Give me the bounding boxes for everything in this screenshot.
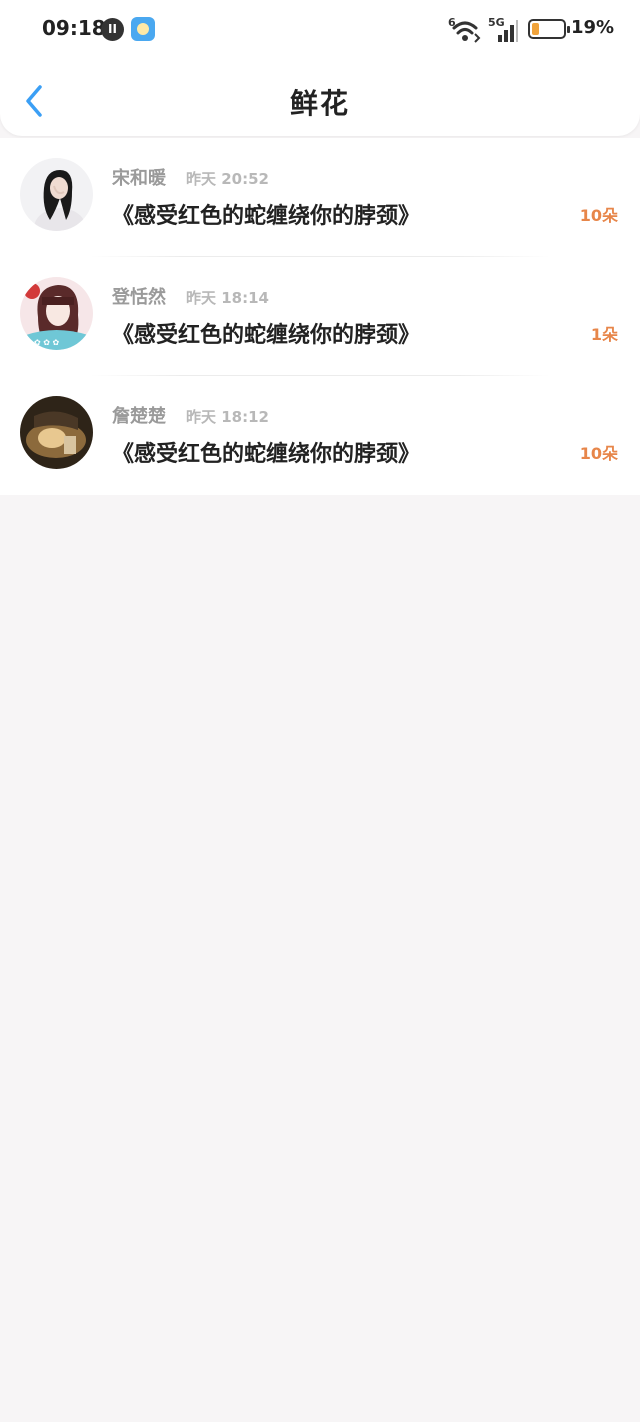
user-name: 詹楚楚 (112, 406, 166, 427)
item-time: 昨天 18:12 (186, 408, 269, 426)
app-icon (131, 17, 155, 41)
battery-percent: 19% (571, 17, 615, 38)
flower-count: 10朵 (579, 444, 618, 463)
list-item[interactable]: ✿ ✿ ✿ 登恬然 昨天 18:14 《感受红色的蛇缠绕你的脖颈》 1朵 (0, 257, 640, 376)
user-name: 宋和暖 (112, 168, 166, 189)
work-title: 《感受红色的蛇缠绕你的脖颈》 (112, 323, 421, 348)
wifi-icon: 6 (448, 16, 481, 43)
cell-signal-icon (498, 20, 518, 42)
flower-list: 宋和暖 昨天 20:52 《感受红色的蛇缠绕你的脖颈》 10朵 ✿ ✿ ✿ 登恬… (0, 138, 640, 495)
avatar[interactable]: ✿ ✿ ✿ (20, 277, 93, 350)
status-bar: 09:18 ⅠⅠ 6 5G 19% (0, 0, 640, 60)
battery-level-fill (532, 23, 539, 35)
item-time: 昨天 20:52 (186, 170, 269, 188)
notification-dark-icon: ⅠⅠ (101, 18, 124, 41)
status-time: 09:18 (42, 16, 106, 40)
item-meta: 登恬然 昨天 18:14 (112, 283, 269, 309)
page-title: 鲜花 (289, 87, 350, 120)
item-meta: 宋和暖 昨天 20:52 (112, 164, 269, 190)
user-name: 登恬然 (112, 287, 166, 308)
work-title: 《感受红色的蛇缠绕你的脖颈》 (112, 442, 421, 467)
top-bar: 09:18 ⅠⅠ 6 5G 19% 鲜花 (0, 0, 640, 136)
item-time: 昨天 18:14 (186, 289, 269, 307)
item-meta: 詹楚楚 昨天 18:12 (112, 402, 269, 428)
avatar[interactable] (20, 158, 93, 231)
avatar[interactable] (20, 396, 93, 469)
flower-count: 10朵 (579, 206, 618, 225)
svg-text:✿ ✿ ✿: ✿ ✿ ✿ (34, 338, 59, 347)
flower-count: 1朵 (590, 325, 618, 344)
list-item[interactable]: 宋和暖 昨天 20:52 《感受红色的蛇缠绕你的脖颈》 10朵 (0, 138, 640, 257)
work-title: 《感受红色的蛇缠绕你的脖颈》 (112, 204, 421, 229)
list-item[interactable]: 詹楚楚 昨天 18:12 《感受红色的蛇缠绕你的脖颈》 10朵 (0, 376, 640, 495)
battery-icon (528, 19, 570, 39)
